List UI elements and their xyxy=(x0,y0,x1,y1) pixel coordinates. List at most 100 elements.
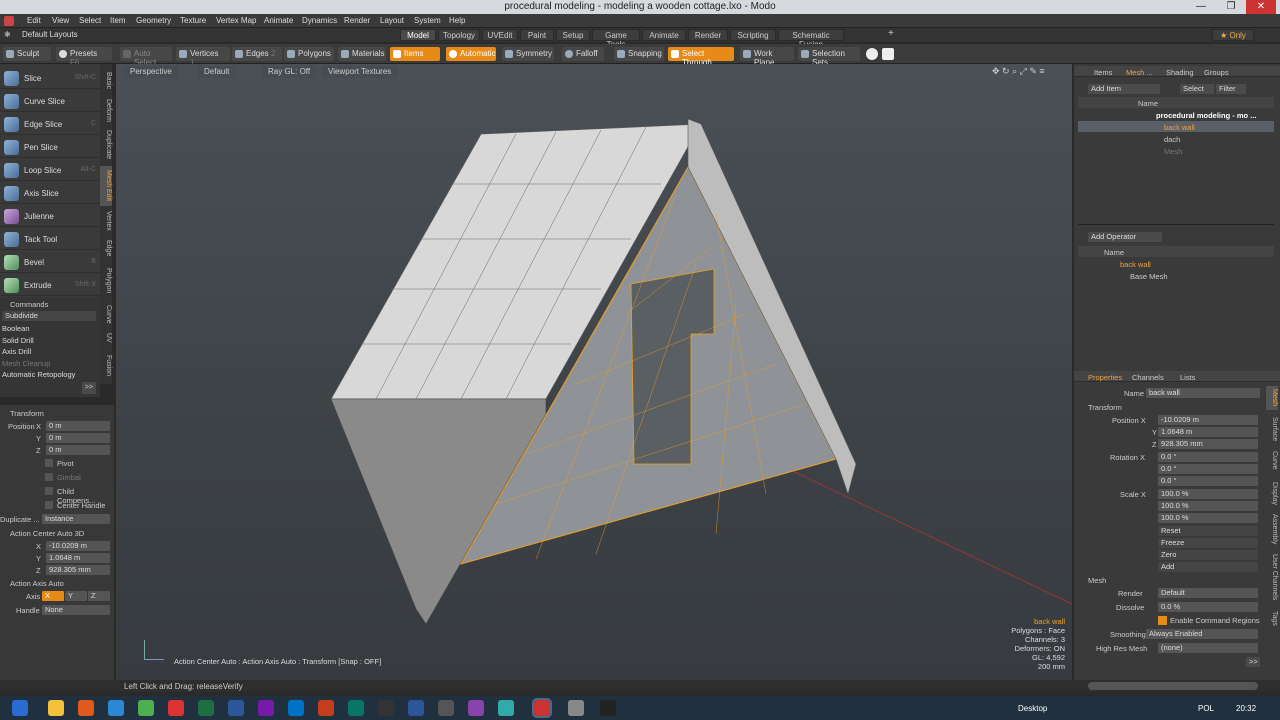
tool-loop-slice[interactable]: Loop Slice Alt-C xyxy=(0,159,100,181)
language-indicator[interactable]: POL xyxy=(1198,704,1214,713)
side-tab-assembly[interactable]: Assembly xyxy=(1266,512,1278,546)
tab-properties[interactable]: Properties xyxy=(1088,373,1122,382)
name-field[interactable]: back wall xyxy=(1146,388,1260,398)
position-x-field[interactable]: 0 m xyxy=(46,421,110,431)
vtab-mesh-edit[interactable]: Mesh Edit xyxy=(100,166,112,206)
side-tab-user-channels[interactable]: User Channels xyxy=(1266,552,1278,602)
menu-dynamics[interactable]: Dynamics xyxy=(302,16,337,25)
expand-commands-button[interactable]: >> xyxy=(82,382,96,394)
app-icon-3[interactable] xyxy=(438,700,454,716)
pivot-checkbox[interactable] xyxy=(45,459,53,467)
position-z-field[interactable]: 0 m xyxy=(46,445,110,455)
menu-render[interactable]: Render xyxy=(344,16,370,25)
edge-icon[interactable] xyxy=(108,700,124,716)
gimbal-checkbox[interactable] xyxy=(45,473,53,481)
prop-position-z[interactable]: 928.305 mm xyxy=(1158,439,1258,449)
only-button[interactable]: ★ Only xyxy=(1212,29,1254,41)
tab-uvedit[interactable]: UVEdit xyxy=(482,29,518,41)
tool-curve-slice[interactable]: Curve Slice xyxy=(0,90,100,112)
prop-position-y[interactable]: 1.0648 m xyxy=(1158,427,1258,437)
work-plane-button[interactable]: Work Plane xyxy=(740,47,794,67)
firefox-icon[interactable] xyxy=(78,700,94,716)
side-tab-curve[interactable]: Curve xyxy=(1266,448,1278,472)
falloff-button[interactable]: Falloff xyxy=(562,47,604,61)
vtab-deform[interactable]: Deform xyxy=(100,96,112,124)
filter-button[interactable]: Filter xyxy=(1216,84,1246,94)
render-preview-icon[interactable] xyxy=(866,48,878,60)
maximize-button[interactable]: ❐ xyxy=(1216,0,1246,14)
desktop-toolbar[interactable]: Desktop xyxy=(1018,704,1047,713)
command-regions-checkbox[interactable] xyxy=(1158,616,1167,625)
mesh-row[interactable]: Mesh xyxy=(1164,147,1182,156)
vtab-polygon[interactable]: Polygon xyxy=(100,264,112,298)
automatic-button[interactable]: Automatic xyxy=(446,47,496,61)
axis-drill-command[interactable]: Axis Drill xyxy=(2,347,31,356)
snapping-button[interactable]: Snapping xyxy=(614,47,664,61)
gear-icon[interactable]: ✱ xyxy=(4,30,11,39)
tab-paint[interactable]: Paint xyxy=(520,29,554,41)
tab-lists[interactable]: Lists xyxy=(1180,373,1195,382)
vtab-curve[interactable]: Curve xyxy=(100,302,112,326)
viewport-textures-dropdown[interactable]: Viewport Textures xyxy=(322,66,398,78)
polygons-button[interactable]: Polygons xyxy=(284,47,334,61)
prop-position-x[interactable]: -10.0209 m xyxy=(1158,415,1258,425)
tab-render[interactable]: Render xyxy=(688,29,728,41)
selection-sets-button[interactable]: Selection Sets xyxy=(798,47,860,67)
menu-view[interactable]: View xyxy=(52,16,69,25)
scene-row[interactable]: procedural modeling - mo ... xyxy=(1156,111,1256,120)
prop-scale-x[interactable]: 100.0 % xyxy=(1158,489,1258,499)
menu-animate[interactable]: Animate xyxy=(264,16,293,25)
excel-icon[interactable] xyxy=(198,700,214,716)
tab-shading[interactable]: Shading xyxy=(1166,68,1194,77)
publisher-icon[interactable] xyxy=(348,700,364,716)
items-button[interactable]: Items xyxy=(390,47,440,61)
clock[interactable]: 20:32 xyxy=(1236,704,1256,713)
tab-items[interactable]: Items xyxy=(1094,68,1112,77)
presets-button[interactable]: Presets F6 xyxy=(56,47,112,67)
menu-layout[interactable]: Layout xyxy=(380,16,404,25)
tab-game-tools[interactable]: Game Tools xyxy=(592,29,640,49)
select-through-button[interactable]: Select Through xyxy=(668,47,734,67)
3d-viewport[interactable] xyxy=(116,64,1072,680)
tab-animate[interactable]: Animate xyxy=(642,29,686,41)
menu-help[interactable]: Help xyxy=(449,16,465,25)
onenote-icon[interactable] xyxy=(258,700,274,716)
outlook-icon[interactable] xyxy=(288,700,304,716)
shading-dropdown[interactable]: Default xyxy=(198,66,236,78)
tab-mesh-ops[interactable]: Mesh ... xyxy=(1126,68,1153,77)
tab-model[interactable]: Model xyxy=(400,29,436,41)
opera-icon[interactable] xyxy=(168,700,184,716)
tool-julienne[interactable]: Julienne xyxy=(0,205,100,227)
tab-setup[interactable]: Setup xyxy=(556,29,590,41)
auto-select-button[interactable]: Auto Select xyxy=(120,47,172,67)
menu-system[interactable]: System xyxy=(414,16,441,25)
minimize-button[interactable]: — xyxy=(1186,0,1216,14)
child-compensation-checkbox[interactable] xyxy=(45,487,53,495)
chrome-icon[interactable] xyxy=(138,700,154,716)
tool-edge-slice[interactable]: Edge Slice C xyxy=(0,113,100,135)
dissolve-field[interactable]: 0.0 % xyxy=(1158,602,1258,612)
prop-rotation-z[interactable]: 0.0 ° xyxy=(1158,476,1258,486)
tool-pen-slice[interactable]: Pen Slice xyxy=(0,136,100,158)
side-tab-display[interactable]: Display xyxy=(1266,478,1278,508)
duplicate-dropdown[interactable]: Instance xyxy=(42,514,110,524)
axis-y-button[interactable]: Y xyxy=(65,591,87,601)
freeze-dropdown[interactable]: Freeze xyxy=(1158,538,1258,548)
position-y-field[interactable]: 0 m xyxy=(46,433,110,443)
vertices-button[interactable]: Vertices 1 xyxy=(176,47,230,67)
raygl-dropdown[interactable]: Ray GL: Off xyxy=(262,66,317,78)
zero-dropdown[interactable]: Zero xyxy=(1158,550,1258,560)
menu-texture[interactable]: Texture xyxy=(180,16,206,25)
side-tab-tags[interactable]: Tags xyxy=(1266,608,1278,628)
render-dropdown[interactable]: Default xyxy=(1158,588,1258,598)
perspective-dropdown[interactable]: Perspective xyxy=(124,66,178,78)
mesh-cleanup-command[interactable]: Mesh Cleanup xyxy=(2,359,50,368)
menu-geometry[interactable]: Geometry xyxy=(136,16,171,25)
select-button[interactable]: Select xyxy=(1180,84,1214,94)
side-tab-mesh[interactable]: Mesh xyxy=(1266,386,1278,410)
boolean-command[interactable]: Boolean xyxy=(2,324,30,333)
op-base-mesh[interactable]: Base Mesh xyxy=(1130,272,1168,281)
prop-rotation-y[interactable]: 0.0 ° xyxy=(1158,464,1258,474)
menu-vertex-map[interactable]: Vertex Map xyxy=(216,16,256,25)
command-input[interactable] xyxy=(1088,682,1258,690)
